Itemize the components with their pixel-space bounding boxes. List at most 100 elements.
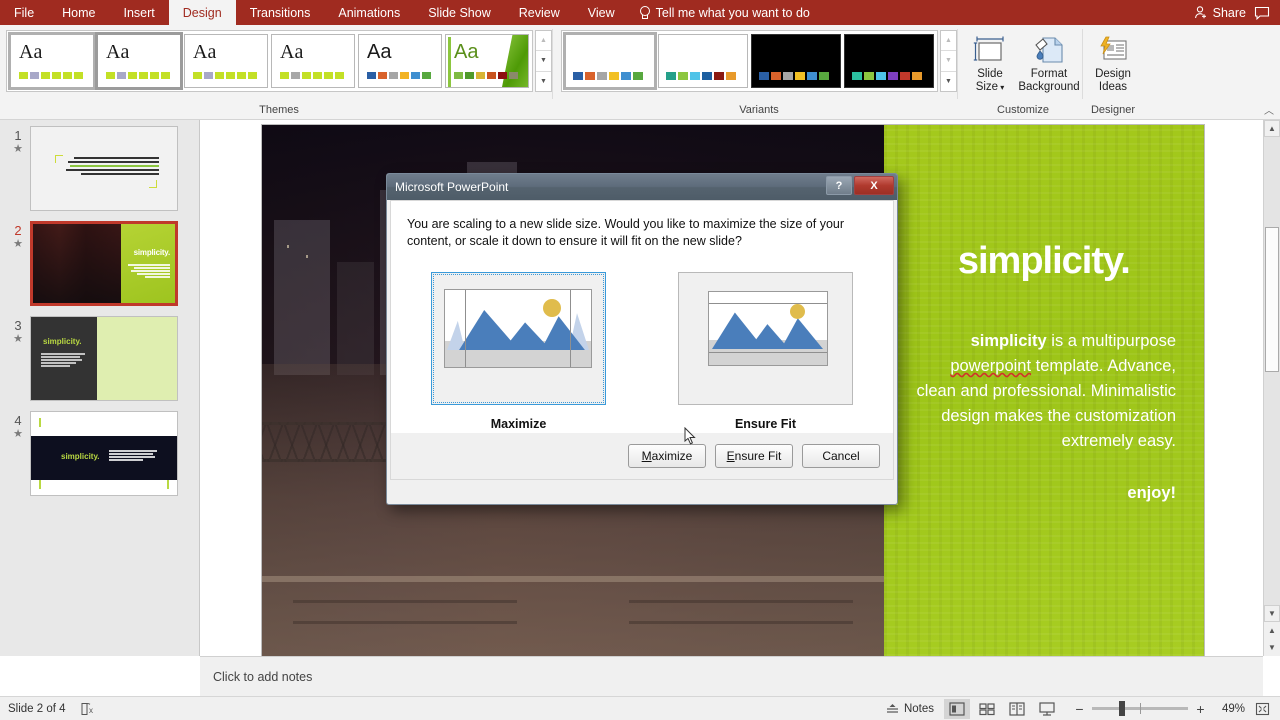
- themes-scroll-down-button[interactable]: ▼: [536, 51, 551, 72]
- tab-design[interactable]: Design: [168, 0, 236, 25]
- scroll-down-button[interactable]: ▼: [1264, 605, 1280, 622]
- comments-icon[interactable]: [1254, 6, 1270, 20]
- format-background-icon: [1032, 31, 1066, 65]
- animation-star-icon[interactable]: ★: [13, 143, 23, 156]
- themes-scroll-buttons[interactable]: ▲ ▼ ▼: [535, 30, 552, 92]
- zoom-in-button[interactable]: +: [1195, 701, 1206, 717]
- dialog-help-button[interactable]: ?: [826, 176, 852, 195]
- previous-slide-button[interactable]: ▲: [1264, 622, 1280, 639]
- ribbon-group-designer: Design Ideas Designer: [1083, 25, 1139, 119]
- variant-thumb-4[interactable]: [844, 34, 934, 88]
- dialog-cancel-button[interactable]: Cancel: [802, 444, 880, 468]
- option-ensure-fit[interactable]: Ensure Fit: [678, 272, 853, 431]
- animation-star-icon[interactable]: ★: [13, 333, 23, 346]
- zoom-slider-midpoint: [1140, 703, 1141, 714]
- theme-thumb-5[interactable]: Aa: [358, 34, 442, 88]
- tab-transitions[interactable]: Transitions: [236, 0, 325, 25]
- variants-gallery[interactable]: [561, 30, 938, 92]
- tab-file[interactable]: File: [0, 0, 48, 25]
- tab-animations[interactable]: Animations: [324, 0, 414, 25]
- thumbnail-slide-3[interactable]: simplicity.: [30, 316, 178, 401]
- variants-more-button[interactable]: ▼: [941, 72, 956, 91]
- tell-me-box[interactable]: Tell me what you want to do: [629, 0, 810, 25]
- thumbnail-meta: 3 ★: [6, 316, 30, 401]
- tab-insert[interactable]: Insert: [110, 0, 169, 25]
- tab-view[interactable]: View: [574, 0, 629, 25]
- thumbnail-row-3[interactable]: 3 ★ simplicity.: [0, 316, 199, 401]
- zoom-slider-thumb[interactable]: [1119, 701, 1125, 716]
- tab-review[interactable]: Review: [505, 0, 574, 25]
- normal-view-button[interactable]: [944, 698, 970, 719]
- slide-size-dropdown-arrow[interactable]: ▾: [998, 83, 1004, 92]
- thumbnail-meta: 2 ★: [6, 221, 30, 306]
- theme-swatches: [193, 72, 257, 79]
- dialog-close-button[interactable]: X: [854, 176, 894, 195]
- themes-scroll-up-button[interactable]: ▲: [536, 31, 551, 52]
- thumbnail-title: simplicity.: [61, 452, 100, 461]
- tab-slide-show[interactable]: Slide Show: [414, 0, 505, 25]
- dialog-title-bar[interactable]: Microsoft PowerPoint ? X: [387, 174, 897, 200]
- option-maximize[interactable]: Maximize: [431, 272, 606, 431]
- thumbnail-slide-2[interactable]: simplicity.: [30, 221, 178, 306]
- variants-scroll-buttons[interactable]: ▲ ▼ ▼: [940, 30, 957, 92]
- option-ensure-fit-label: Ensure Fit: [734, 417, 797, 431]
- format-background-button[interactable]: Format Background: [1016, 25, 1082, 94]
- format-bg-line2: Background: [1018, 81, 1080, 93]
- thumbnail-number: 4: [14, 413, 22, 428]
- slide-sorter-button[interactable]: [974, 699, 1000, 719]
- variants-scroll-up-button[interactable]: ▲: [941, 31, 956, 52]
- scroll-up-button[interactable]: ▲: [1264, 120, 1280, 137]
- thumbnail-slide-1[interactable]: [30, 126, 178, 211]
- variants-scroll-down-button[interactable]: ▼: [941, 51, 956, 72]
- zoom-slider-track[interactable]: [1092, 701, 1188, 716]
- variant-thumb-1[interactable]: [563, 32, 657, 90]
- dialog-option-group: Maximize Ensure Fit: [391, 272, 893, 431]
- notes-toggle-button[interactable]: Notes: [880, 703, 940, 715]
- slide-indicator[interactable]: Slide 2 of 4: [8, 703, 66, 715]
- scrollbar-track[interactable]: [1264, 137, 1280, 605]
- share-button[interactable]: Share: [1193, 5, 1246, 20]
- slide-size-label: Slide Size ▾: [976, 68, 1005, 94]
- tab-home[interactable]: Home: [48, 0, 109, 25]
- variant-thumb-2[interactable]: [658, 34, 748, 88]
- option-ensure-fit-thumbnail[interactable]: [678, 272, 853, 405]
- next-slide-button[interactable]: ▼: [1264, 639, 1280, 656]
- theme-thumb-4[interactable]: Aa: [271, 34, 355, 88]
- designer-body: Design Ideas: [1087, 25, 1139, 102]
- thumbnail-row-1[interactable]: 1 ★: [0, 126, 199, 211]
- zoom-out-button[interactable]: −: [1074, 701, 1085, 717]
- dialog-maximize-button[interactable]: Maximize: [628, 444, 706, 468]
- dialog-message: You are scaling to a new slide size. Wou…: [407, 217, 845, 248]
- reading-view-button[interactable]: [1004, 699, 1030, 719]
- slide-thumbnail-pane[interactable]: 1 ★ 2 ★ simplicity. 3 ★ simplicity. 4 ★ …: [0, 120, 200, 656]
- thumbnail-row-4[interactable]: 4 ★ simplicity.: [0, 411, 199, 496]
- collapse-ribbon-button[interactable]: ︿: [1264, 102, 1274, 117]
- slide-green-panel[interactable]: simplicity. simplicity is a multipurpose…: [884, 125, 1204, 656]
- thumbnail-row-2[interactable]: 2 ★ simplicity.: [0, 221, 199, 306]
- theme-thumb-1[interactable]: Aa: [8, 32, 96, 90]
- scrollbar-thumb[interactable]: [1265, 227, 1279, 372]
- thumbnail-slide-4[interactable]: simplicity.: [30, 411, 178, 496]
- scale-slide-size-dialog[interactable]: Microsoft PowerPoint ? X You are scaling…: [386, 173, 898, 505]
- theme-thumb-3[interactable]: Aa: [184, 34, 268, 88]
- themes-more-button[interactable]: ▼: [536, 72, 551, 91]
- option-maximize-thumbnail[interactable]: [431, 272, 606, 405]
- zoom-percent-label[interactable]: 49%: [1213, 703, 1245, 715]
- status-right: Notes − + 49%: [880, 698, 1272, 719]
- theme-thumb-6[interactable]: Aa: [445, 34, 529, 88]
- design-ideas-button[interactable]: Design Ideas: [1087, 25, 1139, 94]
- variants-gallery-body: ▲ ▼ ▼: [561, 30, 957, 102]
- vertical-scrollbar[interactable]: ▲ ▼ ▲ ▼: [1263, 120, 1280, 656]
- dialog-ensure-fit-button[interactable]: Ensure Fit: [715, 444, 793, 468]
- slide-show-button[interactable]: [1034, 699, 1060, 719]
- slide-size-button[interactable]: Slide Size ▾: [964, 25, 1016, 94]
- notes-pane[interactable]: Click to add notes: [200, 656, 1263, 696]
- dialog-action-buttons: Maximize Ensure Fit Cancel: [391, 433, 893, 479]
- themes-gallery[interactable]: Aa Aa Aa Aa Aa Aa: [6, 30, 533, 92]
- variant-thumb-3[interactable]: [751, 34, 841, 88]
- spell-check-icon[interactable]: x: [80, 702, 97, 716]
- animation-star-icon[interactable]: ★: [13, 428, 23, 441]
- fit-slide-to-window-button[interactable]: [1252, 700, 1272, 718]
- theme-thumb-2[interactable]: Aa: [95, 32, 183, 90]
- animation-star-icon[interactable]: ★: [13, 238, 23, 251]
